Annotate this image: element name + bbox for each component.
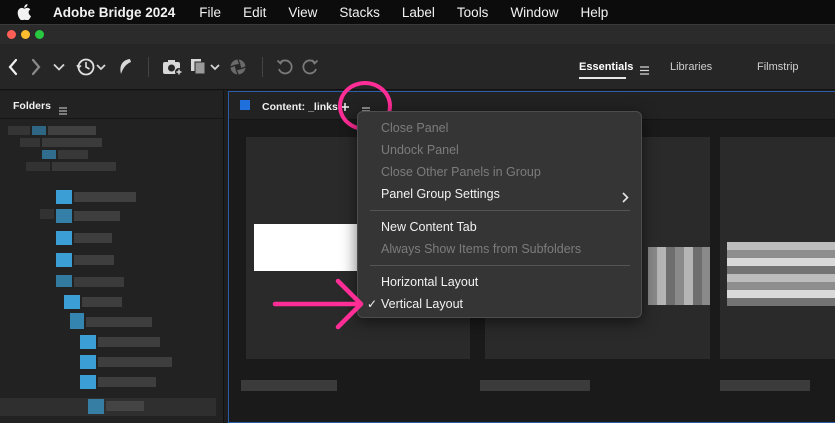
folders-panel-title[interactable]: Folders [13, 100, 51, 112]
workspace-tab-libraries[interactable]: Libraries [670, 61, 712, 73]
thumbnail-image [727, 242, 835, 306]
thumbnail-image [648, 247, 710, 305]
menu-window[interactable]: Window [510, 5, 558, 20]
folder-tree-item[interactable] [74, 192, 136, 202]
menu-item-panel-group-settings[interactable]: Panel Group Settings [381, 187, 500, 201]
panel-divider [0, 118, 224, 119]
folder-tree-item[interactable] [98, 377, 156, 387]
toolbar-separator [262, 57, 263, 77]
app-name-menu[interactable]: Adobe Bridge 2024 [53, 5, 175, 20]
folders-panel: Folders [0, 91, 224, 423]
rotate-left-icon[interactable] [275, 56, 295, 78]
annotation-arrow [270, 273, 365, 338]
folder-icon [64, 295, 80, 309]
active-workspace-underline [579, 77, 626, 79]
folder-tree-item[interactable] [42, 138, 102, 147]
menu-item-always-show-subfolders[interactable]: Always Show Items from Subfolders [381, 242, 581, 256]
content-panel-title[interactable]: Content: _links [262, 101, 338, 113]
folder-tree-item[interactable] [40, 209, 54, 219]
chevron-down-icon[interactable] [52, 56, 66, 78]
folder-tree-item[interactable] [98, 357, 172, 367]
apple-icon[interactable] [17, 0, 39, 24]
menu-label[interactable]: Label [402, 5, 435, 20]
folder-icon [56, 275, 72, 287]
folder-icon [56, 253, 72, 267]
folder-icon [42, 150, 56, 159]
rotate-right-icon[interactable] [300, 56, 320, 78]
folder-icon [56, 190, 72, 204]
menu-help[interactable]: Help [580, 5, 608, 20]
folder-icon [56, 209, 72, 223]
menu-bar: Adobe Bridge 2024 File Edit View Stacks … [0, 0, 835, 24]
folder-tree-item[interactable] [20, 138, 40, 147]
menu-item-close-other-panels[interactable]: Close Other Panels in Group [381, 165, 541, 179]
back-arrow-icon[interactable] [4, 56, 22, 78]
folder-tree-item[interactable] [8, 126, 30, 135]
open-in-camera-raw-icon[interactable] [228, 56, 248, 78]
folder-icon [88, 399, 104, 414]
menu-item-close-panel[interactable]: Close Panel [381, 121, 448, 135]
folder-icon [32, 126, 46, 135]
thumbnail-filename [480, 380, 590, 391]
window-title-bar [0, 24, 835, 44]
workspace-tab-filmstrip[interactable]: Filmstrip [757, 61, 799, 73]
folder-icon [70, 313, 84, 329]
submenu-chevron-icon [622, 190, 629, 208]
folder-tree-item[interactable] [74, 211, 120, 221]
folder-tree-item[interactable] [74, 255, 114, 265]
panel-context-menu: Close Panel Undock Panel Close Other Pan… [357, 111, 642, 318]
menu-separator [370, 265, 630, 266]
folder-tree-item[interactable] [58, 150, 88, 159]
folder-tree-item[interactable] [98, 337, 160, 347]
minimize-window-button[interactable] [21, 30, 30, 39]
menu-tools[interactable]: Tools [457, 5, 489, 20]
toolbar-separator [148, 57, 149, 77]
menu-view[interactable]: View [288, 5, 317, 20]
menu-stacks[interactable]: Stacks [339, 5, 380, 20]
menu-edit[interactable]: Edit [243, 5, 266, 20]
folder-tree-item[interactable] [74, 233, 112, 243]
folder-icon [56, 231, 72, 245]
folder-tree-item[interactable] [106, 401, 144, 411]
toolbar: Essentials Libraries Filmstrip [0, 44, 835, 90]
menu-item-new-content-tab[interactable]: New Content Tab [381, 220, 477, 234]
menu-item-vertical-layout[interactable]: Vertical Layout [381, 297, 463, 311]
menu-file[interactable]: File [199, 5, 221, 20]
menu-item-horizontal-layout[interactable]: Horizontal Layout [381, 275, 478, 289]
refine-copy-icon[interactable] [190, 56, 222, 78]
folder-tree-item[interactable] [48, 126, 96, 135]
folder-tree-item[interactable] [82, 297, 122, 307]
thumbnail-filename [720, 380, 810, 391]
thumbnail-image [254, 224, 374, 271]
content-thumbnail[interactable] [720, 137, 835, 359]
folder-icon [80, 355, 96, 369]
folder-icon [80, 335, 96, 349]
folder-icon [80, 375, 96, 389]
folder-tree-item[interactable] [86, 317, 152, 327]
thumbnail-filename [241, 380, 337, 391]
panel-color-indicator [240, 100, 250, 110]
forward-arrow-icon[interactable] [27, 56, 45, 78]
workspace-tab-essentials[interactable]: Essentials [579, 61, 633, 73]
menu-separator [370, 210, 630, 211]
menu-item-undock-panel[interactable]: Undock Panel [381, 143, 459, 157]
folder-tree-item[interactable] [74, 277, 124, 287]
recent-history-icon[interactable] [75, 56, 109, 78]
close-window-button[interactable] [7, 30, 16, 39]
folder-tree-item[interactable] [52, 162, 116, 171]
checkmark-icon: ✓ [367, 297, 378, 311]
boomerang-icon[interactable] [116, 56, 134, 78]
camera-get-photos-icon[interactable] [162, 56, 184, 78]
folder-tree-item[interactable] [26, 162, 50, 171]
workspace-menu-icon[interactable] [640, 62, 649, 75]
zoom-window-button[interactable] [35, 30, 44, 39]
